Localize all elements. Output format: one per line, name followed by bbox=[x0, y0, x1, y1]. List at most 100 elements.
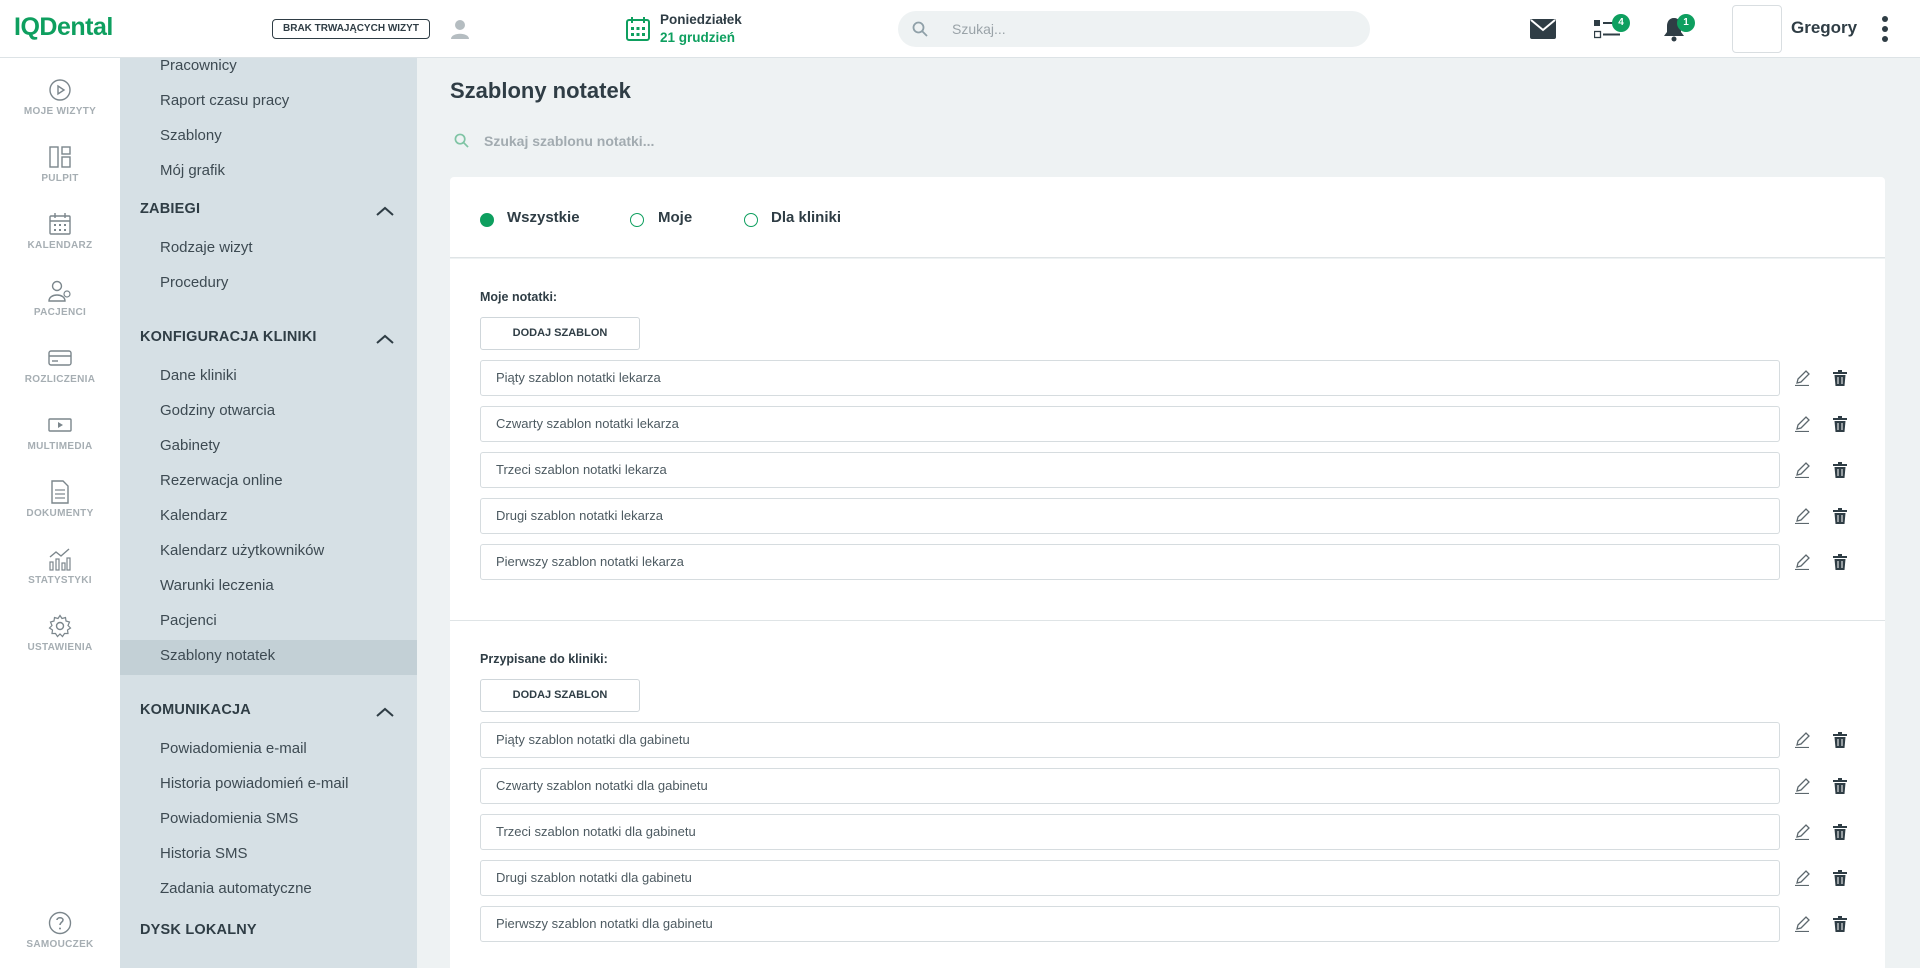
trash-icon[interactable] bbox=[1833, 870, 1847, 886]
trash-icon[interactable] bbox=[1833, 778, 1847, 794]
edit-icon[interactable] bbox=[1794, 916, 1810, 932]
sidebar-section-konfiguracja-kliniki[interactable]: KONFIGURACJA KLINIKI bbox=[140, 329, 317, 345]
nav-label: DOKUMENTY bbox=[26, 508, 94, 519]
nav-item-rozliczenia[interactable]: ROZLICZENIA bbox=[0, 346, 120, 406]
user-name[interactable]: Gregory bbox=[1791, 18, 1857, 38]
nav-item-pulpit[interactable]: PULPIT bbox=[0, 145, 120, 205]
add-template-button[interactable]: DODAJ SZABLON bbox=[480, 679, 640, 712]
nav-item-ustawienia[interactable]: USTAWIENIA bbox=[0, 614, 120, 674]
sidebar-item-szablony[interactable]: Szablony bbox=[160, 127, 222, 144]
sidebar-item-powiadomienia-email[interactable]: Powiadomienia e-mail bbox=[160, 740, 307, 757]
template-row[interactable]: Drugi szablon notatki lekarza bbox=[480, 498, 1780, 534]
sidebar-item-moj-grafik[interactable]: Mój grafik bbox=[160, 162, 225, 179]
trash-icon[interactable] bbox=[1833, 370, 1847, 386]
nav-item-samouczek[interactable]: SAMOUCZEK bbox=[0, 911, 120, 968]
sidebar-item-powiadomienia-sms[interactable]: Powiadomienia SMS bbox=[160, 810, 298, 827]
search-icon bbox=[912, 21, 928, 37]
nav-label: USTAWIENIA bbox=[27, 642, 93, 653]
nav-item-multimedia[interactable]: MULTIMEDIA bbox=[0, 413, 120, 473]
template-row[interactable]: Piąty szablon notatki lekarza bbox=[480, 360, 1780, 396]
sidebar-section-dysk-lokalny[interactable]: DYSK LOKALNY bbox=[140, 922, 257, 938]
template-row[interactable]: Piąty szablon notatki dla gabinetu bbox=[480, 722, 1780, 758]
filter-label-moje[interactable]: Moje bbox=[658, 209, 692, 226]
sidebar-item-historia-powiadomien-email[interactable]: Historia powiadomień e-mail bbox=[160, 775, 348, 792]
filter-label-dla-kliniki[interactable]: Dla kliniki bbox=[771, 209, 841, 226]
nav-item-statystyki[interactable]: STATYSTYKI bbox=[0, 547, 120, 607]
trash-icon[interactable] bbox=[1833, 462, 1847, 478]
visit-status-badge[interactable]: BRAK TRWAJĄCYCH WIZYT bbox=[272, 19, 430, 39]
edit-icon[interactable] bbox=[1794, 462, 1810, 478]
trash-icon[interactable] bbox=[1833, 916, 1847, 932]
nav-label: ROZLICZENIA bbox=[24, 374, 96, 385]
edit-icon[interactable] bbox=[1794, 370, 1810, 386]
templates-list: Moje notatki: DODAJ SZABLON Piąty szablo… bbox=[450, 259, 1885, 968]
trash-icon[interactable] bbox=[1833, 416, 1847, 432]
trash-icon[interactable] bbox=[1833, 508, 1847, 524]
gear-icon bbox=[48, 614, 72, 638]
group-divider bbox=[450, 620, 1885, 621]
avatar[interactable] bbox=[1732, 5, 1782, 53]
group-label-moje-notatki: Moje notatki: bbox=[480, 290, 558, 304]
add-template-button[interactable]: DODAJ SZABLON bbox=[480, 317, 640, 350]
search-icon bbox=[454, 133, 469, 148]
template-row[interactable]: Trzeci szablon notatki lekarza bbox=[480, 452, 1780, 488]
user-icon[interactable] bbox=[450, 18, 470, 40]
filter-label-wszystkie[interactable]: Wszystkie bbox=[507, 209, 580, 226]
chevron-up-icon[interactable] bbox=[375, 333, 395, 345]
edit-icon[interactable] bbox=[1794, 554, 1810, 570]
nav-item-dokumenty[interactable]: DOKUMENTY bbox=[0, 480, 120, 540]
template-search bbox=[450, 128, 1050, 154]
sidebar-item-pacjenci[interactable]: Pacjenci bbox=[160, 612, 217, 629]
global-search-input[interactable] bbox=[952, 11, 1352, 47]
template-search-input[interactable] bbox=[484, 128, 1044, 154]
template-row[interactable]: Trzeci szablon notatki dla gabinetu bbox=[480, 814, 1780, 850]
chevron-up-icon[interactable] bbox=[375, 205, 395, 217]
sidebar-item-pracownicy[interactable]: Pracownicy bbox=[160, 58, 237, 74]
sidebar-item-kalendarz[interactable]: Kalendarz bbox=[160, 507, 228, 524]
edit-icon[interactable] bbox=[1794, 824, 1810, 840]
sidebar-item-dane-kliniki[interactable]: Dane kliniki bbox=[160, 367, 237, 384]
more-options-icon[interactable] bbox=[1880, 14, 1890, 44]
trash-icon[interactable] bbox=[1833, 824, 1847, 840]
sidebar-section-komunikacja[interactable]: KOMUNIKACJA bbox=[140, 702, 251, 718]
template-row[interactable]: Drugi szablon notatki dla gabinetu bbox=[480, 860, 1780, 896]
calendar-icon[interactable] bbox=[625, 16, 651, 42]
trash-icon[interactable] bbox=[1833, 554, 1847, 570]
nav-label: MULTIMEDIA bbox=[27, 441, 93, 452]
app-logo[interactable]: IQDental bbox=[14, 13, 113, 42]
nav-item-moje-wizyty[interactable]: MOJE WIZYTY bbox=[0, 78, 120, 138]
template-row[interactable]: Pierwszy szablon notatki lekarza bbox=[480, 544, 1780, 580]
sidebar-section-zabiegi[interactable]: ZABIEGI bbox=[140, 201, 200, 217]
radio-moje[interactable] bbox=[630, 213, 644, 227]
nav-label: PACJENCI bbox=[33, 307, 87, 318]
sidebar-item-rezerwacja-online[interactable]: Rezerwacja online bbox=[160, 472, 283, 489]
chevron-up-icon[interactable] bbox=[375, 706, 395, 718]
trash-icon[interactable] bbox=[1833, 732, 1847, 748]
radio-wszystkie[interactable] bbox=[480, 213, 494, 227]
sidebar-item-warunki-leczenia[interactable]: Warunki leczenia bbox=[160, 577, 274, 594]
sidebar-item-szablony-notatek[interactable]: Szablony notatek bbox=[160, 647, 275, 664]
help-icon bbox=[48, 911, 72, 935]
sidebar-item-kalendarz-uzytkownikow[interactable]: Kalendarz użytkowników bbox=[160, 542, 324, 559]
nav-item-pacjenci[interactable]: PACJENCI bbox=[0, 279, 120, 339]
edit-icon[interactable] bbox=[1794, 778, 1810, 794]
template-row[interactable]: Pierwszy szablon notatki dla gabinetu bbox=[480, 906, 1780, 942]
sidebar-item-gabinety[interactable]: Gabinety bbox=[160, 437, 220, 454]
sidebar-item-procedury[interactable]: Procedury bbox=[160, 274, 228, 291]
sidebar-item-rodzaje-wizyt[interactable]: Rodzaje wizyt bbox=[160, 239, 253, 256]
sidebar-item-historia-sms[interactable]: Historia SMS bbox=[160, 845, 248, 862]
template-row[interactable]: Czwarty szablon notatki dla gabinetu bbox=[480, 768, 1780, 804]
calendar-icon bbox=[49, 213, 71, 235]
edit-icon[interactable] bbox=[1794, 870, 1810, 886]
edit-icon[interactable] bbox=[1794, 416, 1810, 432]
sidebar-item-zadania-automatyczne[interactable]: Zadania automatyczne bbox=[160, 880, 312, 897]
sidebar-item-raport-czasu-pracy[interactable]: Raport czasu pracy bbox=[160, 92, 289, 109]
edit-icon[interactable] bbox=[1794, 508, 1810, 524]
radio-dla-kliniki[interactable] bbox=[744, 213, 758, 227]
edit-icon[interactable] bbox=[1794, 732, 1810, 748]
template-row[interactable]: Czwarty szablon notatki lekarza bbox=[480, 406, 1780, 442]
nav-item-kalendarz[interactable]: KALENDARZ bbox=[0, 212, 120, 272]
sidebar-item-godziny-otwarcia[interactable]: Godziny otwarcia bbox=[160, 402, 275, 419]
patients-icon bbox=[48, 280, 71, 302]
mail-icon[interactable] bbox=[1530, 19, 1556, 39]
